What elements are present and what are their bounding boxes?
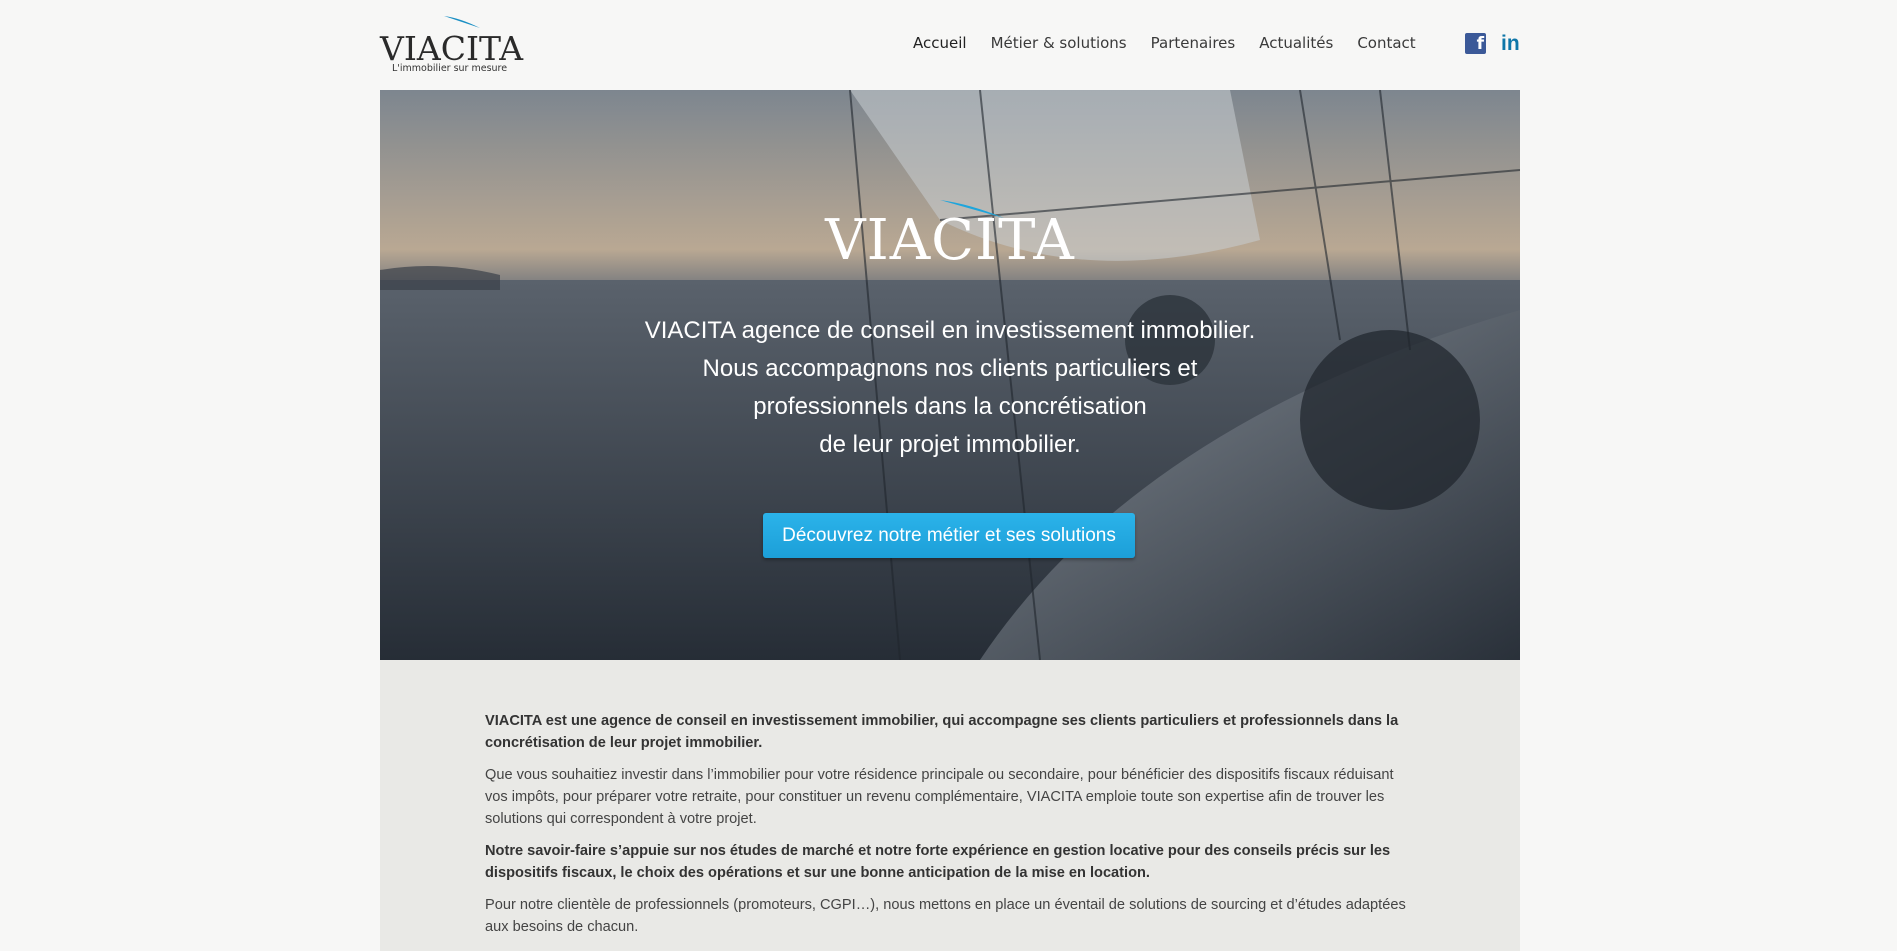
intro-paragraph: VIACITA est une agence de conseil en inv… bbox=[485, 713, 1399, 751]
nav-item-metier-solutions[interactable]: Métier & solutions bbox=[991, 34, 1127, 52]
main-nav: Accueil Métier & solutions Partenaires A… bbox=[913, 34, 1416, 52]
nav-item-contact[interactable]: Contact bbox=[1357, 34, 1415, 52]
intro-text: VIACITA est une agence de conseil en inv… bbox=[485, 710, 1420, 948]
intro-section: VIACITA est une agence de conseil en inv… bbox=[380, 660, 1520, 951]
hero-line: de leur projet immobilier. bbox=[819, 431, 1081, 458]
nav-item-accueil[interactable]: Accueil bbox=[913, 34, 967, 52]
nav-item-actualites[interactable]: Actualités bbox=[1259, 34, 1333, 52]
hero-line: professionnels dans la concrétisation bbox=[753, 393, 1147, 420]
hero-logo-text: VIACITA bbox=[825, 208, 1075, 273]
discover-solutions-button[interactable]: Découvrez notre métier et ses solutions bbox=[763, 513, 1135, 558]
hero-line: Nous accompagnons nos clients particulie… bbox=[702, 355, 1198, 382]
hero-tagline: VIACITA agence de conseil en investissem… bbox=[380, 312, 1520, 464]
hero-banner: VIACITA VIACITA agence de conseil en inv… bbox=[380, 90, 1520, 660]
facebook-icon[interactable]: f bbox=[1465, 33, 1486, 54]
site-logo[interactable]: VIACITA L'immobilier sur mesure bbox=[380, 12, 525, 78]
intro-paragraph: Que vous souhaitiez investir dans l’immo… bbox=[485, 767, 1394, 827]
nav-item-partenaires[interactable]: Partenaires bbox=[1151, 34, 1236, 52]
hero-line: VIACITA agence de conseil en investissem… bbox=[644, 317, 1256, 344]
intro-paragraph: Notre savoir-faire s’appuie sur nos étud… bbox=[485, 843, 1391, 881]
intro-paragraph: Pour notre clientèle de professionnels (… bbox=[485, 897, 1406, 935]
social-links: f in bbox=[1465, 33, 1520, 54]
linkedin-icon[interactable]: in bbox=[1501, 33, 1520, 54]
site-header: VIACITA L'immobilier sur mesure Accueil … bbox=[380, 0, 1520, 90]
logo-tagline: L'immobilier sur mesure bbox=[392, 63, 508, 74]
